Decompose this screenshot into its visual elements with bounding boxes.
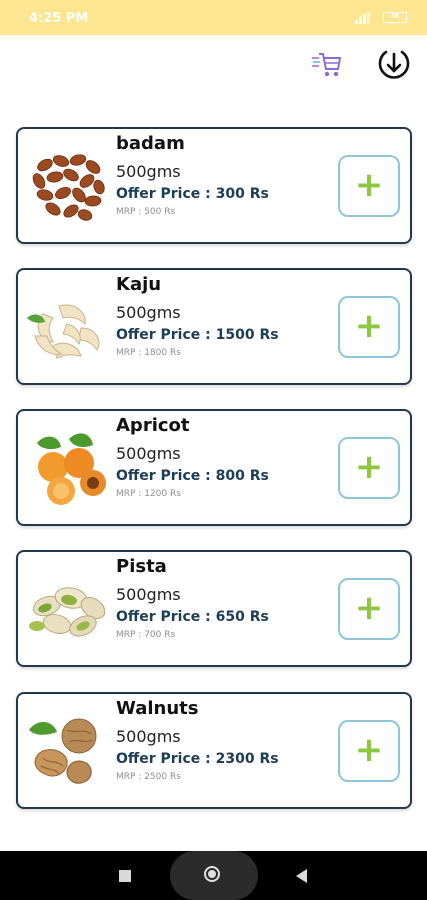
battery-level: 86 xyxy=(391,13,399,20)
almonds-image xyxy=(32,154,105,221)
status-bar: 4:25 PM 86 xyxy=(0,0,427,35)
product-name: Pista xyxy=(116,556,167,577)
mrp-price: MRP : 1800 Rs xyxy=(116,348,181,358)
product-quantity: 500gms xyxy=(116,444,181,463)
signal-icon xyxy=(355,12,370,24)
offer-price: Offer Price : 1500 Rs xyxy=(116,327,279,343)
product-name: badam xyxy=(116,133,185,154)
battery-icon: 86 xyxy=(383,12,407,23)
product-quantity: 500gms xyxy=(116,585,181,604)
mrp-price: MRP : 500 Rs xyxy=(116,207,176,217)
product-quantity: 500gms xyxy=(116,303,181,322)
add-to-cart-button[interactable]: + xyxy=(338,578,400,640)
add-to-cart-button[interactable]: + xyxy=(338,720,400,782)
add-to-cart-button[interactable]: + xyxy=(338,296,400,358)
product-quantity: 500gms xyxy=(116,162,181,181)
product-name: Apricot xyxy=(116,415,190,436)
apricots-image xyxy=(37,433,106,505)
product-card-badam: badam 500gms Offer Price : 300 Rs MRP : … xyxy=(16,127,412,244)
offer-price: Offer Price : 300 Rs xyxy=(116,186,269,202)
product-card-walnuts: Walnuts 500gms Offer Price : 2300 Rs MRP… xyxy=(16,692,412,809)
walnuts-image xyxy=(29,718,97,784)
plus-icon: + xyxy=(354,446,384,487)
offer-price: Offer Price : 650 Rs xyxy=(116,609,269,625)
mrp-price: MRP : 2500 Rs xyxy=(116,772,181,782)
mrp-price: MRP : 1200 Rs xyxy=(116,489,181,499)
home-button[interactable] xyxy=(170,851,258,900)
offer-price: Offer Price : 800 Rs xyxy=(116,468,269,484)
plus-icon: + xyxy=(354,729,384,770)
add-to-cart-button[interactable]: + xyxy=(338,437,400,499)
product-card-kaju: Kaju 500gms Offer Price : 1500 Rs MRP : … xyxy=(16,268,412,385)
product-quantity: 500gms xyxy=(116,727,181,746)
product-card-pista: Pista 500gms Offer Price : 650 Rs MRP : … xyxy=(16,550,412,667)
home-dot-icon xyxy=(208,870,216,878)
product-card-apricot: Apricot 500gms Offer Price : 800 Rs MRP … xyxy=(16,409,412,526)
cashews-image xyxy=(27,304,100,359)
mrp-price: MRP : 700 Rs xyxy=(116,630,176,640)
plus-icon: + xyxy=(354,164,384,205)
product-name: Walnuts xyxy=(116,698,199,719)
fast-cart-icon[interactable] xyxy=(310,49,342,81)
back-triangle-icon[interactable] xyxy=(296,869,307,883)
system-nav-bar xyxy=(0,851,427,900)
top-toolbar xyxy=(0,35,427,95)
status-time: 4:25 PM xyxy=(29,11,89,26)
recents-square-icon[interactable] xyxy=(119,870,131,882)
plus-icon: + xyxy=(354,587,384,628)
product-name: Kaju xyxy=(116,274,162,295)
offer-price: Offer Price : 2300 Rs xyxy=(116,751,279,767)
pistachios-image xyxy=(29,587,106,637)
download-circle-icon[interactable] xyxy=(376,46,412,82)
plus-icon: + xyxy=(354,305,384,346)
add-to-cart-button[interactable]: + xyxy=(338,155,400,217)
